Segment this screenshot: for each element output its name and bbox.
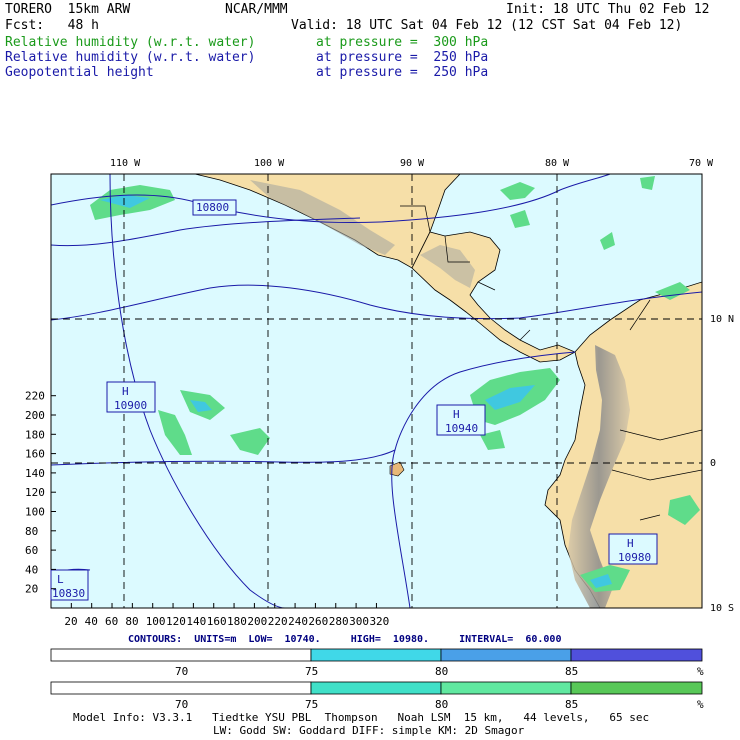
colorbar1-tick: 75: [305, 665, 318, 678]
x-tick-label: 140: [186, 615, 206, 628]
lat-labels: 10 N 0 10 S: [710, 314, 734, 614]
high-value: 10940: [445, 422, 478, 435]
y-tick-label: 180: [25, 428, 45, 441]
y-tick-label: 220: [25, 390, 45, 403]
low-box: L 10830: [50, 569, 89, 601]
x-tick-label: 200: [247, 615, 267, 628]
colorbar2-tick: 85: [565, 698, 578, 711]
model-info: Model Info: V3.3.1 Tiedtke YSU PBL Thomp…: [73, 711, 650, 724]
contour-info: CONTOURS: UNITS=m LOW= 10740. HIGH= 1098…: [128, 634, 562, 645]
x-tick-label: 320: [369, 615, 389, 628]
colorbar1-tick: 70: [175, 665, 188, 678]
colorbar2-tick: 80: [435, 698, 448, 711]
y-tick-label: 40: [25, 563, 38, 576]
high-value: 10900: [114, 399, 147, 412]
x-tick-label: 300: [349, 615, 369, 628]
x-tick-label: 240: [288, 615, 308, 628]
lon-label: 80 W: [545, 158, 570, 169]
contour-label: 10800: [196, 201, 229, 214]
y-tick-label: 160: [25, 448, 45, 461]
x-tick-label: 120: [166, 615, 186, 628]
contour-label-10800: 10800: [192, 199, 237, 216]
y-tick-label: 80: [25, 525, 38, 538]
x-tick-label: 40: [85, 615, 98, 628]
high-letter: H: [453, 408, 460, 421]
y-tick-label: 200: [25, 409, 45, 422]
low-letter: L: [57, 573, 64, 586]
lon-label: 110 W: [110, 158, 141, 169]
x-tick-label: 60: [105, 615, 118, 628]
x-tick-label: 100: [146, 615, 166, 628]
colorbar2-unit: %: [697, 698, 704, 711]
colorbar-rh-300: 70 75 80 85 %: [50, 681, 704, 711]
y-tick-label: 140: [25, 467, 45, 480]
high-box-1: H 10900: [106, 381, 156, 413]
x-tick-label: 220: [268, 615, 288, 628]
model-physics: LW: Godd SW: Goddard DIFF: simple KM: 2D…: [213, 724, 525, 737]
high-letter: H: [122, 385, 129, 398]
lat-label: 10 S: [710, 603, 734, 614]
high-value: 10980: [618, 551, 651, 564]
weather-map: H 10900 H 10940 H 10980 L 10830 10800 11…: [25, 158, 734, 628]
y-tick-label: 100: [25, 506, 45, 519]
lat-label: 10 N: [710, 314, 734, 325]
lon-label: 90 W: [400, 158, 425, 169]
colorbar1-tick: 80: [435, 665, 448, 678]
y-tick-label: 60: [25, 544, 38, 557]
x-tick-label: 20: [64, 615, 77, 628]
low-value: 10830: [52, 587, 85, 600]
x-tick-label: 160: [207, 615, 227, 628]
colorbar2-tick: 75: [305, 698, 318, 711]
x-tick-label: 280: [329, 615, 349, 628]
y-tick-label: 20: [25, 583, 38, 596]
lon-labels: 110 W 100 W 90 W 80 W 70 W: [110, 158, 714, 169]
lon-label: 70 W: [689, 158, 714, 169]
high-box-3: H 10980: [608, 533, 658, 565]
colorbar1-tick: 85: [565, 665, 578, 678]
lon-label: 100 W: [254, 158, 285, 169]
colorbar1-unit: %: [697, 665, 704, 678]
x-tick-label: 260: [308, 615, 328, 628]
high-box-2: H 10940: [436, 404, 486, 436]
colorbar2-tick: 70: [175, 698, 188, 711]
y-tick-label: 120: [25, 486, 45, 499]
x-tick-label: 80: [125, 615, 138, 628]
x-tick-label: 180: [227, 615, 247, 628]
lat-label: 0: [710, 458, 716, 469]
high-letter: H: [627, 537, 634, 550]
